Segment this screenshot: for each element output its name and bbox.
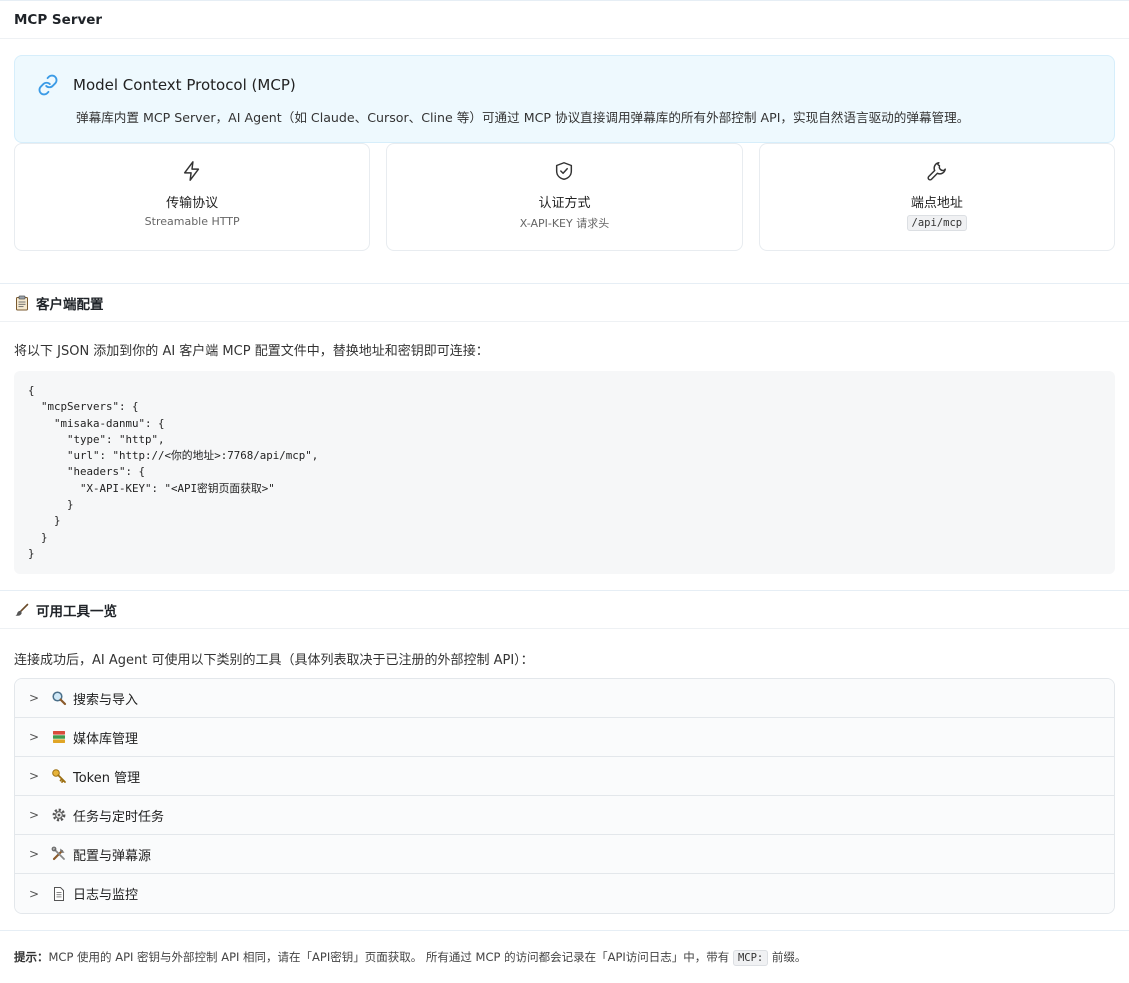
tool-category-label: 搜索与导入 <box>73 692 139 708</box>
chevron-right-icon: > <box>29 730 40 745</box>
chevron-right-icon: > <box>29 808 40 823</box>
chevron-right-icon: > <box>29 769 40 784</box>
tool-category-tasks[interactable]: > 任务与定时任务 <box>15 796 1114 836</box>
wrench-icon <box>927 162 946 181</box>
stat-endpoint: 端点地址 /api/mcp <box>758 143 1115 251</box>
mcp-server-card: MCP Server Model Context Protocol (MCP) … <box>0 0 1129 267</box>
stat-value: Streamable HTTP <box>144 215 240 228</box>
tool-category-search-import[interactable]: > 搜索与导入 <box>15 679 1114 719</box>
brush-icon <box>14 602 30 618</box>
chevron-right-icon: > <box>29 886 40 901</box>
tip-text-end: 前缀。 <box>771 950 807 965</box>
link-icon <box>38 74 58 96</box>
tool-category-config-sources[interactable]: > 配置与弹幕源 <box>15 835 1114 875</box>
tool-category-label: 媒体库管理 <box>73 731 139 747</box>
tool-category-token[interactable]: > Token 管理 <box>15 757 1114 797</box>
stat-value: X-API-KEY 请求头 <box>519 217 610 230</box>
magnifier-icon <box>51 690 67 706</box>
tools-card: 可用工具一览 连接成功后，AI Agent 可使用以下类别的工具（具体列表取决于… <box>0 590 1129 931</box>
tools-collapse: > 搜索与导入 > 媒体库管理 > Token 管理 > 任务与定时任务 > 配… <box>14 678 1115 915</box>
document-icon <box>51 886 67 902</box>
section-title: 可用工具一览 <box>36 603 117 620</box>
clipboard-icon <box>14 295 30 311</box>
config-code-block[interactable]: { "mcpServers": { "misaka-danmu": { "typ… <box>14 371 1115 575</box>
shield-check-icon <box>556 162 573 180</box>
client-config-card: 客户端配置 将以下 JSON 添加到你的 AI 客户端 MCP 配置文件中，替换… <box>0 283 1129 591</box>
tool-category-label: Token 管理 <box>73 770 141 786</box>
tip-label: 提示： <box>14 950 49 965</box>
tool-category-label: 配置与弹幕源 <box>73 848 152 864</box>
stat-transport: 传输协议 Streamable HTTP <box>14 143 371 251</box>
intro-box: Model Context Protocol (MCP) 弹幕库内置 MCP S… <box>14 55 1115 143</box>
stat-auth: 认证方式 X-API-KEY 请求头 <box>386 143 743 251</box>
key-icon <box>51 768 67 784</box>
chevron-right-icon: > <box>29 691 40 706</box>
intro-description: 弹幕库内置 MCP Server，AI Agent（如 Claude、Curso… <box>76 110 970 125</box>
stat-title: 认证方式 <box>538 196 591 211</box>
gear-icon <box>51 807 67 823</box>
books-icon <box>51 729 67 745</box>
tool-category-label: 日志与监控 <box>73 888 139 904</box>
tools-icon <box>51 846 67 862</box>
endpoint-chip: /api/mcp <box>906 215 968 231</box>
card-title: MCP Server <box>0 1 1129 39</box>
stat-title: 传输协议 <box>166 196 219 211</box>
section-title: 客户端配置 <box>36 296 104 313</box>
tool-category-logs[interactable]: > 日志与监控 <box>15 874 1114 914</box>
tools-description: 连接成功后，AI Agent 可使用以下类别的工具（具体列表取决于已注册的外部控… <box>14 653 534 669</box>
tool-category-media-library[interactable]: > 媒体库管理 <box>15 718 1114 758</box>
chevron-right-icon: > <box>29 847 40 862</box>
tool-category-label: 任务与定时任务 <box>73 809 165 825</box>
footer-tip: 提示：MCP 使用的 API 密钥与外部控制 API 相同，请在「API密钥」页… <box>0 930 1129 983</box>
lightning-icon <box>184 161 200 181</box>
tip-text: MCP 使用的 API 密钥与外部控制 API 相同，请在「API密钥」页面获取… <box>48 950 730 965</box>
stat-title: 端点地址 <box>910 196 963 211</box>
mcp-prefix-chip: MCP: <box>732 950 769 967</box>
intro-title: Model Context Protocol (MCP) <box>73 76 296 94</box>
client-config-description: 将以下 JSON 添加到你的 AI 客户端 MCP 配置文件中，替换地址和密钥即… <box>14 344 489 359</box>
